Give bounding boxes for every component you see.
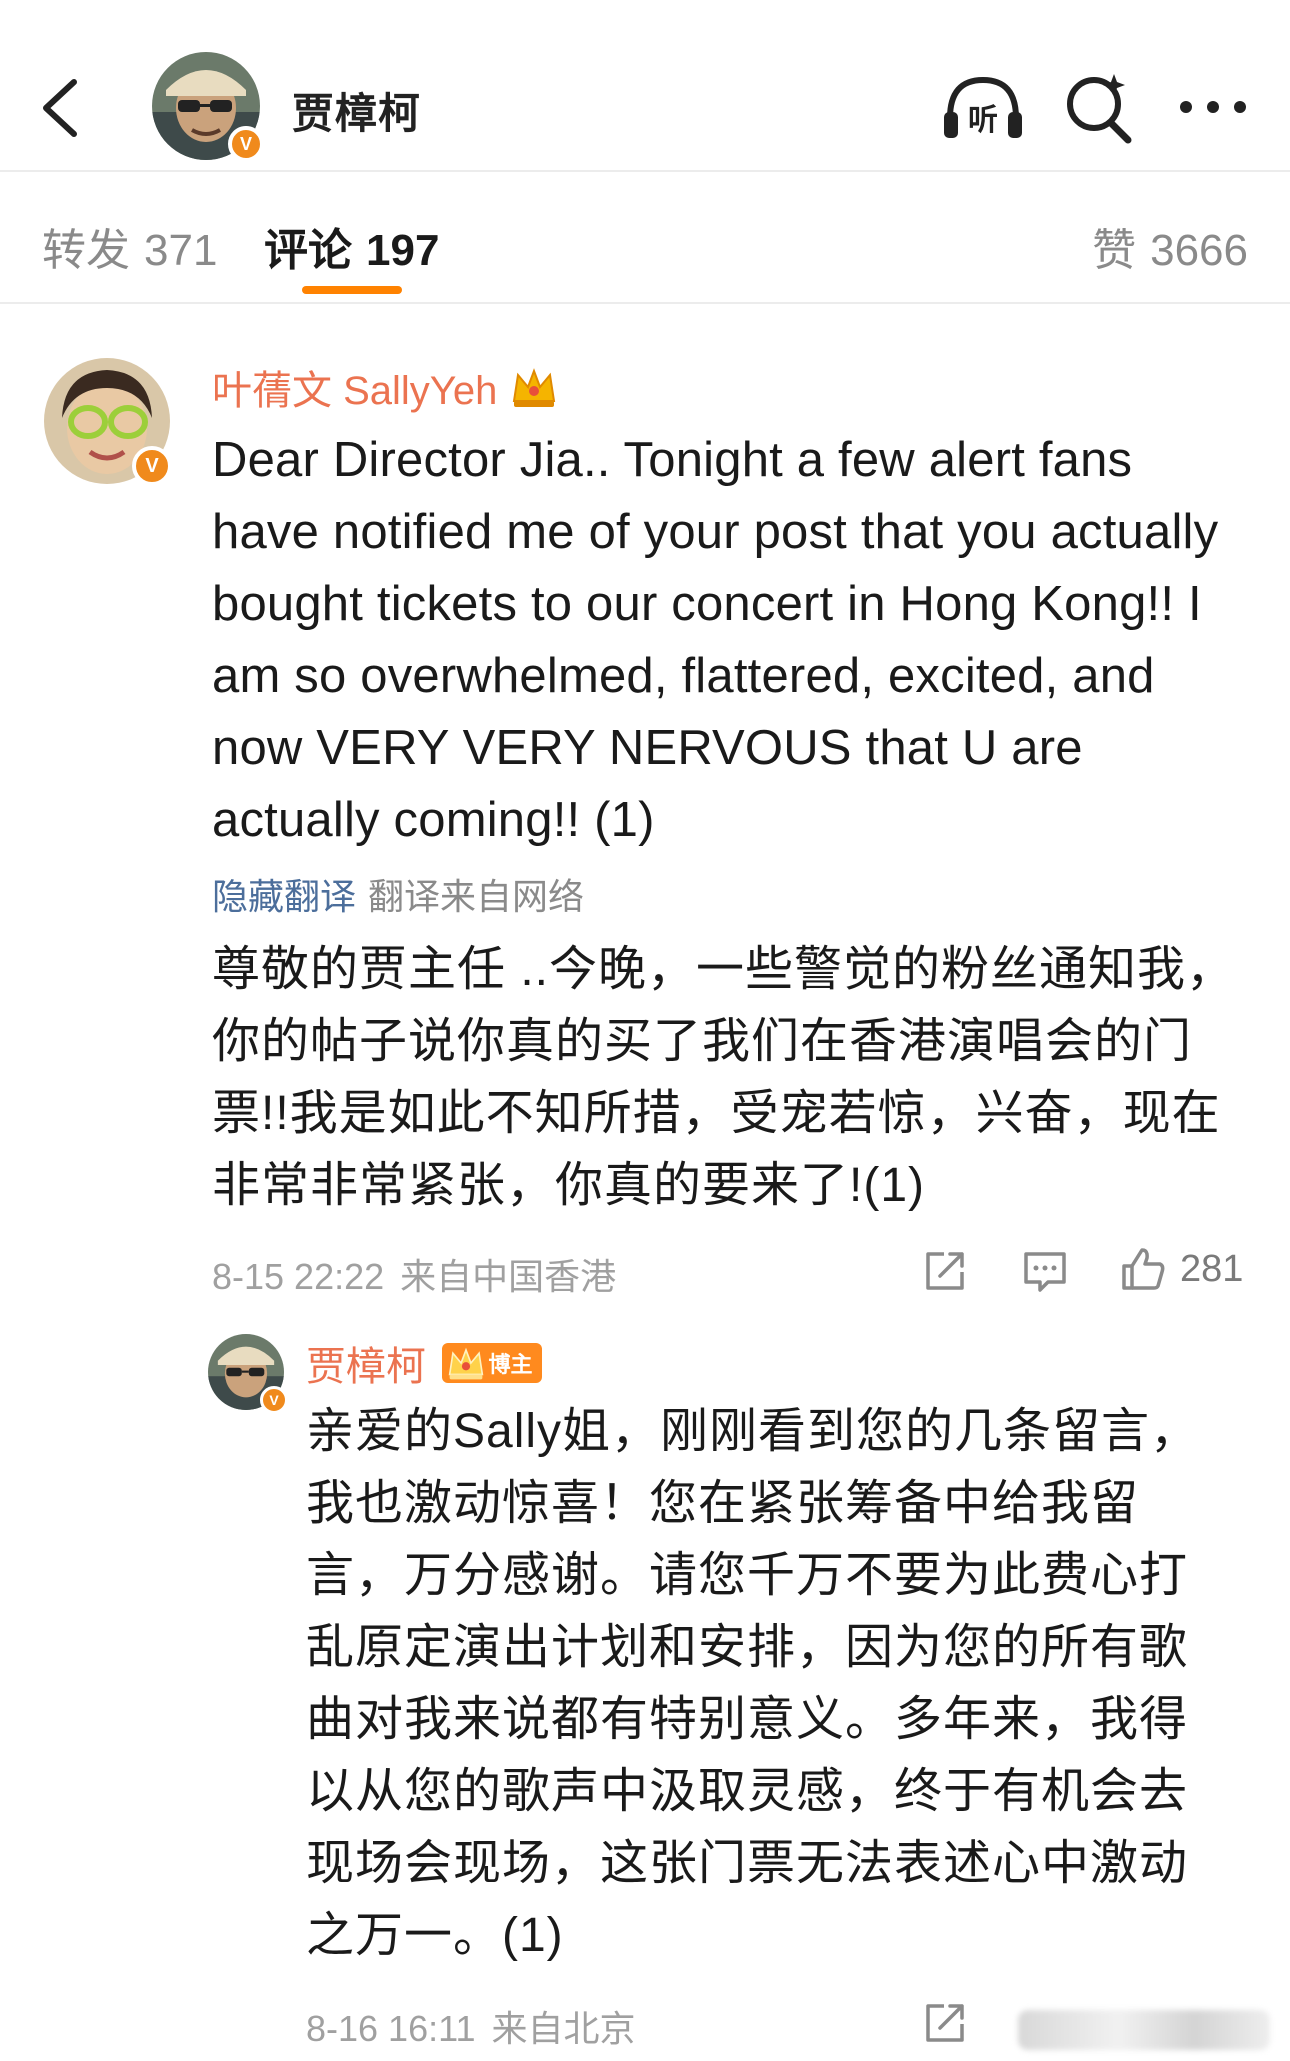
tab-repost[interactable]: 转发 371 [42, 214, 217, 278]
search-icon[interactable] [1062, 70, 1136, 146]
tab-repost-label: 转发 [42, 226, 130, 275]
translation-source: 翻译来自网络 [368, 876, 585, 917]
translation-row: 隐藏翻译 翻译来自网络 [212, 868, 584, 920]
verified-badge-icon: V [132, 446, 172, 486]
tab-comments-label: 评论 [264, 226, 352, 275]
top-bar: V 贾樟柯 听 [0, 0, 1290, 172]
reply-icon[interactable] [1020, 1246, 1070, 1296]
reply-avatar[interactable]: V [208, 1334, 288, 1414]
more-icon[interactable] [1176, 92, 1250, 122]
comment-avatar[interactable]: V [44, 358, 172, 486]
author-badge: 博主 [442, 1343, 543, 1383]
reply-time: 8-16 16:11 [306, 2008, 476, 2049]
share-icon[interactable] [920, 1246, 970, 1296]
share-icon[interactable] [920, 1998, 970, 2048]
avatar[interactable]: V [152, 52, 264, 162]
comment-location: 来自中国香港 [400, 1256, 617, 1297]
tab-comments-count: 197 [366, 226, 440, 275]
tab-likes[interactable]: 赞 3666 [1092, 214, 1248, 278]
tab-likes-label: 赞 [1092, 226, 1137, 275]
tab-bar: 转发 371 评论 197 赞 3666 [0, 172, 1290, 304]
active-tab-indicator [302, 286, 402, 294]
comment-author[interactable]: 叶蒨文 SallyYeh [212, 369, 497, 413]
comment-meta: 8-15 22:22 来自中国香港 [212, 1248, 616, 1300]
like-button[interactable]: 281 [1118, 1244, 1243, 1294]
tab-repost-count: 371 [144, 226, 218, 275]
tab-likes-count: 3666 [1150, 226, 1248, 275]
listen-icon[interactable]: 听 [940, 68, 1026, 148]
comment-translation: 尊敬的贾主任 ..今晚，一些警觉的粉丝通知我，你的帖子说你真的买了我们在香港演唱… [212, 943, 1236, 1212]
like-count: 281 [1180, 1247, 1244, 1290]
verified-badge-icon: V [260, 1386, 288, 1414]
verified-badge-icon: V [228, 126, 264, 162]
comment-text: Dear Director Jia.. Tonight a few alert … [212, 433, 1219, 847]
tab-comments[interactable]: 评论 197 [264, 214, 439, 278]
reply-author[interactable]: 贾樟柯 [306, 1345, 426, 1389]
reply-location: 来自北京 [491, 2008, 636, 2049]
hide-translation-link[interactable]: 隐藏翻译 [212, 876, 356, 917]
comment-time: 8-15 22:22 [212, 1256, 385, 1297]
weibo-comment-page: V 贾樟柯 听 转发 371 评论 197 赞 3666 V 叶蒨文 Sally… [0, 0, 1290, 2061]
reply-meta: 8-16 16:11 来自北京 [306, 2000, 636, 2052]
author-badge-label: 博主 [488, 1352, 533, 1377]
reply-header: 贾樟柯 博主 [306, 1334, 543, 1390]
thumbs-up-icon [1122, 1248, 1165, 1290]
comment-header: 叶蒨文 SallyYeh [212, 358, 558, 418]
reply-text: 亲爱的Sally姐，刚刚看到您的几条留言，我也激动惊喜！您在紧张筹备中给我留言，… [306, 1405, 1200, 1962]
header-username[interactable]: 贾樟柯 [292, 80, 421, 141]
crown-icon [510, 365, 558, 409]
back-icon[interactable] [30, 72, 90, 144]
listen-label: 听 [968, 103, 998, 138]
blurred-actions [1018, 2010, 1270, 2050]
crown-icon [446, 1345, 486, 1381]
